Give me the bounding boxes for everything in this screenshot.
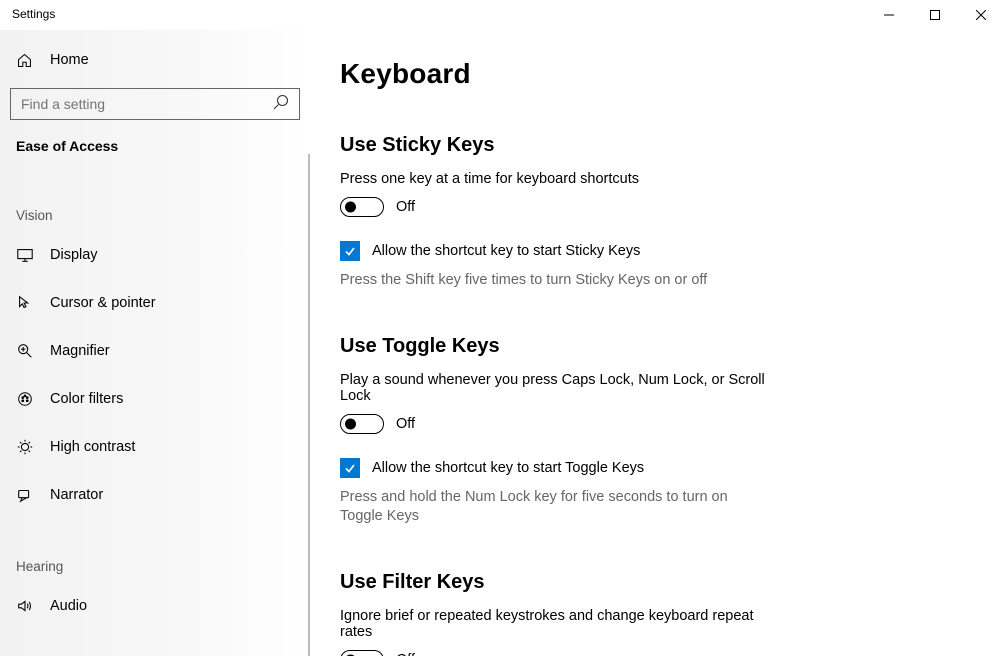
section-description: Press one key at a time for keyboard sho… — [340, 171, 770, 187]
close-button[interactable] — [958, 0, 1004, 30]
section-title: Use Sticky Keys — [340, 134, 974, 157]
category-header: Ease of Access — [0, 120, 310, 154]
titlebar: Settings — [0, 0, 1004, 30]
sidebar-item-color-filters[interactable]: Color filters — [0, 375, 310, 423]
section: Use Sticky Keys Press one key at a time f… — [340, 134, 974, 291]
toggle-state-label: Off — [396, 416, 415, 432]
window-title: Settings — [0, 0, 55, 21]
search-input[interactable] — [10, 88, 300, 120]
search-icon — [273, 94, 289, 115]
magnifier-icon — [16, 342, 34, 360]
section-description: Play a sound whenever you press Caps Loc… — [340, 372, 770, 404]
toggle-state-label: Off — [396, 652, 415, 656]
sidebar-item-magnifier[interactable]: Magnifier — [0, 327, 310, 375]
sidebar-item-label: High contrast — [50, 439, 135, 455]
cursor-icon — [16, 294, 34, 312]
home-icon — [16, 52, 34, 69]
sidebar-item-display[interactable]: Display — [0, 231, 310, 279]
section: Use Filter Keys Ignore brief or repeated … — [340, 571, 974, 656]
display-icon — [16, 246, 34, 264]
narrator-icon — [16, 486, 34, 504]
toggle-state-label: Off — [396, 199, 415, 215]
group-label: Vision — [0, 154, 310, 231]
section-title: Use Toggle Keys — [340, 335, 974, 358]
sidebar-item-audio[interactable]: Audio — [0, 582, 310, 630]
hint-text: Press and hold the Num Lock key for five… — [340, 488, 770, 527]
section-title: Use Filter Keys — [340, 571, 974, 594]
sidebar-scrollbar[interactable] — [308, 154, 310, 656]
nav-home[interactable]: Home — [0, 40, 310, 80]
sidebar-item-label: Color filters — [50, 391, 123, 407]
minimize-button[interactable] — [866, 0, 912, 30]
toggle-switch[interactable] — [340, 650, 384, 656]
sidebar-item-label: Display — [50, 247, 98, 263]
maximize-button[interactable] — [912, 0, 958, 30]
audio-icon — [16, 597, 34, 615]
section: Use Toggle Keys Play a sound whenever you… — [340, 335, 974, 527]
page-title: Keyboard — [340, 58, 974, 90]
section-description: Ignore brief or repeated keystrokes and … — [340, 608, 770, 640]
colorfilters-icon — [16, 390, 34, 408]
hint-text: Press the Shift key five times to turn S… — [340, 271, 770, 291]
sidebar-item-label: Magnifier — [50, 343, 110, 359]
checkbox-label: Allow the shortcut key to start Toggle K… — [372, 460, 644, 476]
nav-home-label: Home — [50, 52, 89, 68]
highcontrast-icon — [16, 438, 34, 456]
sidebar-item-narrator[interactable]: Narrator — [0, 471, 310, 519]
checkbox-label: Allow the shortcut key to start Sticky K… — [372, 243, 640, 259]
sidebar: Home Ease of Access Vision Display Cursor … — [0, 30, 310, 656]
toggle-switch[interactable] — [340, 197, 384, 217]
toggle-switch[interactable] — [340, 414, 384, 434]
search-field[interactable] — [21, 96, 273, 112]
content-area: Keyboard Use Sticky Keys Press one key at… — [310, 30, 1004, 656]
sidebar-item-label: Audio — [50, 598, 87, 614]
sidebar-item-label: Cursor & pointer — [50, 295, 156, 311]
checkbox[interactable] — [340, 241, 360, 261]
sidebar-item-label: Narrator — [50, 487, 103, 503]
checkbox[interactable] — [340, 458, 360, 478]
sidebar-item-cursor-pointer[interactable]: Cursor & pointer — [0, 279, 310, 327]
sidebar-item-high-contrast[interactable]: High contrast — [0, 423, 310, 471]
group-label: Hearing — [0, 519, 310, 582]
